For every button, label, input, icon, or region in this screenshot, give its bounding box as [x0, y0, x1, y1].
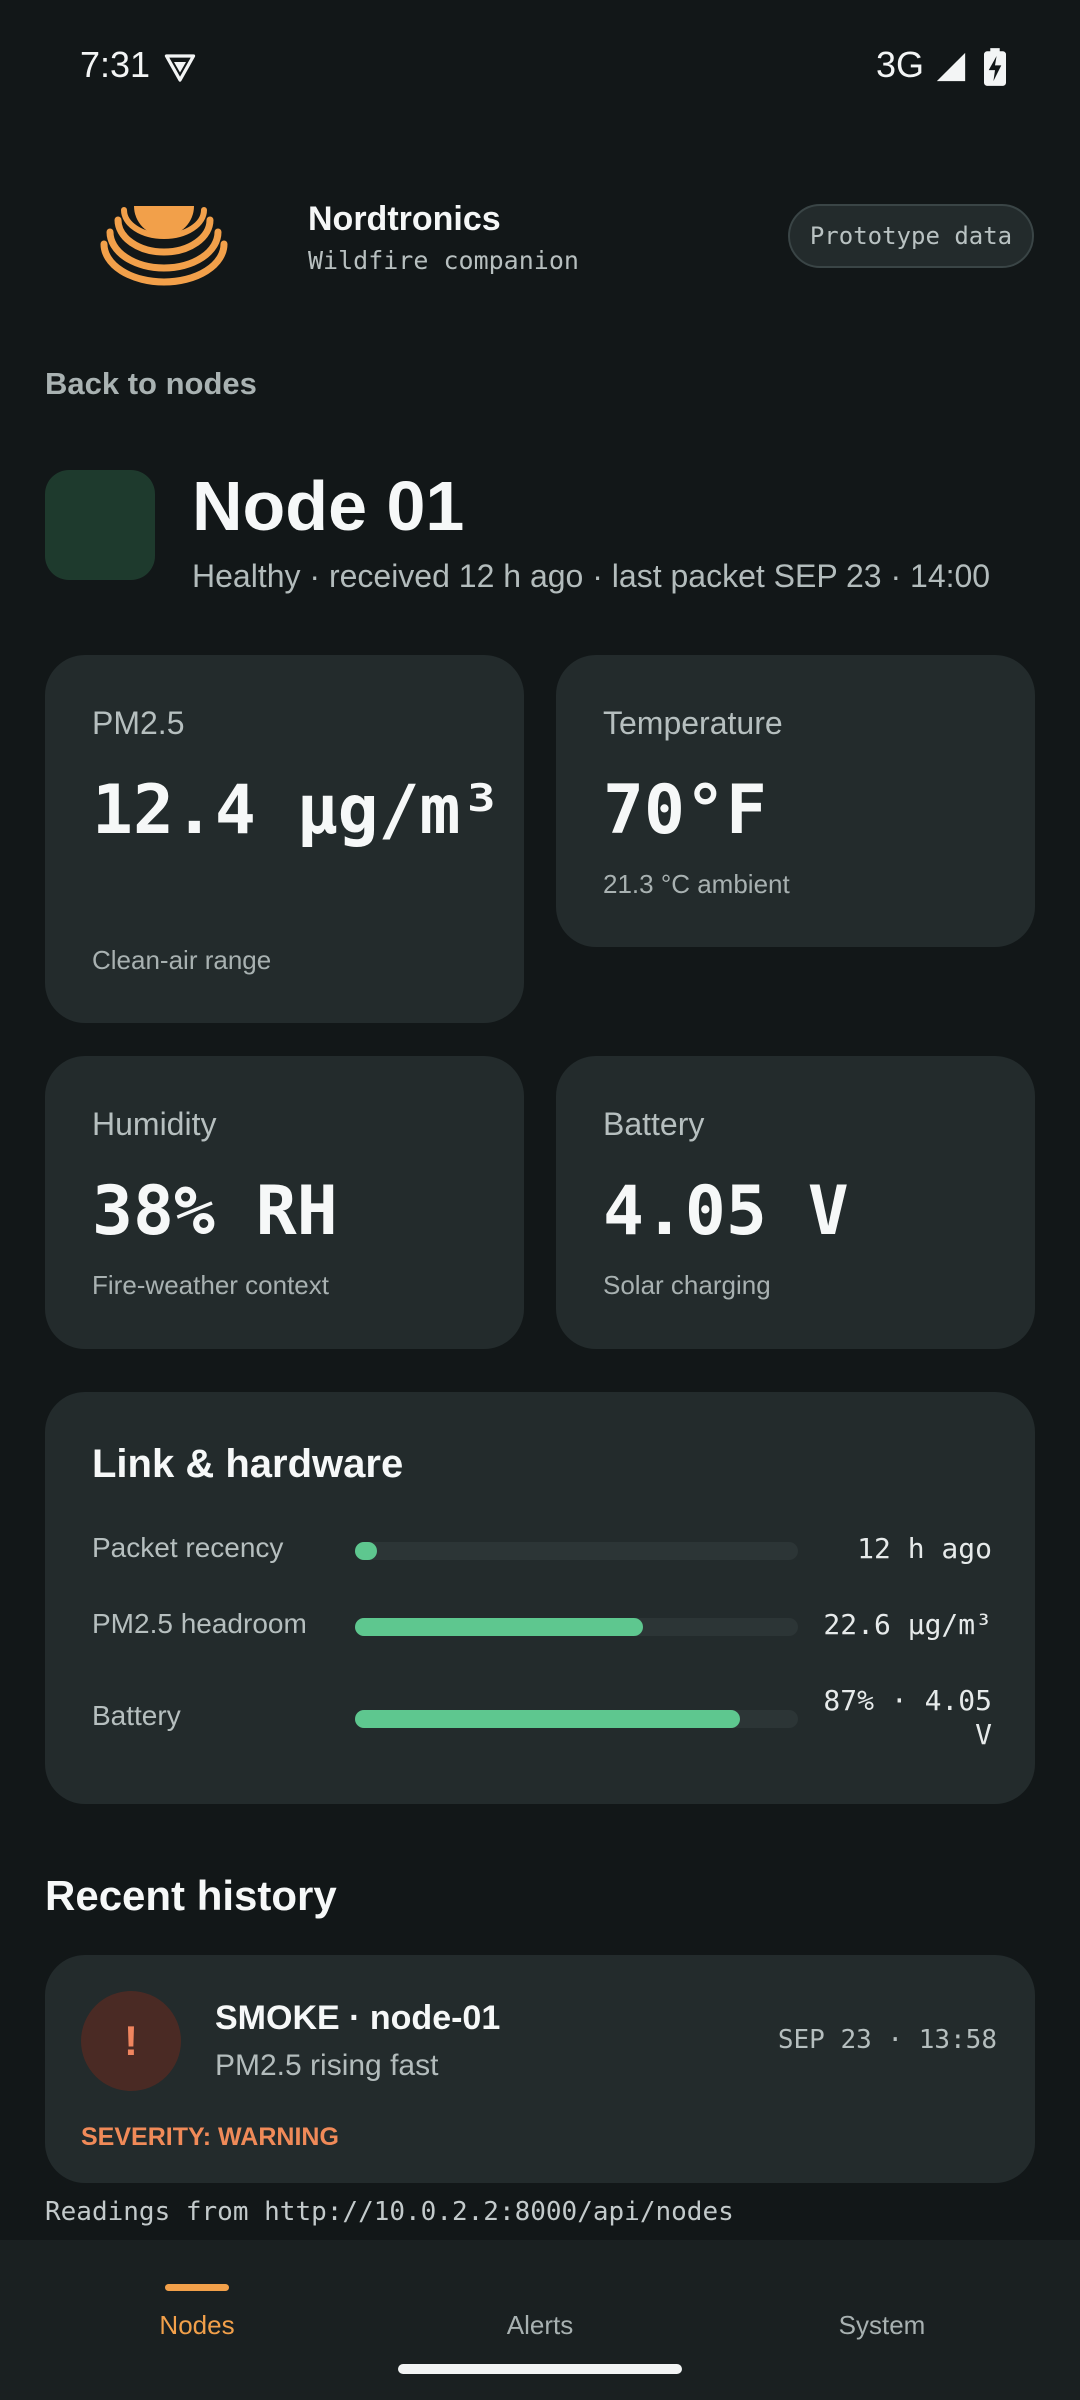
prototype-data-badge[interactable]: Prototype data [788, 204, 1034, 268]
back-to-nodes-link[interactable]: Back to nodes [45, 366, 257, 402]
battery-charging-icon [984, 48, 1006, 86]
metric-note: 21.3 °C ambient [603, 869, 790, 899]
alert-severity: SEVERITY: WARNING [81, 2123, 339, 2151]
app-header: Nordtronics Wildfire companion Prototype… [0, 180, 1080, 300]
nav-label: System [838, 2310, 926, 2340]
bar-value: 87% · 4.05 V [823, 1684, 992, 1751]
bar-label: Battery [92, 1700, 181, 1731]
brand-name: Nordtronics [308, 200, 501, 238]
humidity-card: Humidity 38% RH Fire-weather context [45, 1056, 524, 1349]
bar-track [355, 1618, 798, 1636]
nav-item-system[interactable]: System [762, 2260, 1002, 2340]
nav-item-nodes[interactable]: Nodes [77, 2260, 317, 2340]
node-title: Node 01 [192, 467, 465, 545]
bar-fill [355, 1710, 741, 1728]
nav-label: Alerts [506, 2310, 574, 2340]
pm25-headroom-row: PM2.5 headroom 22.6 µg/m³ [92, 1596, 992, 1656]
pm25-card: PM2.5 12.4 µg/m³ Clean-air range [45, 655, 524, 1023]
metric-note: Fire-weather context [92, 1270, 329, 1300]
history-item[interactable]: ! SMOKE · node-01 PM2.5 rising fast SEP … [45, 1955, 1035, 2183]
packet-recency-row: Packet recency 12 h ago [92, 1520, 992, 1580]
bar-fill [355, 1618, 643, 1636]
alert-time: SEP 23 · 13:58 [777, 2025, 997, 2055]
metric-value: 70°F [603, 771, 767, 850]
metric-label: Battery [603, 1106, 705, 1142]
metric-label: Temperature [603, 705, 783, 741]
bar-fill [355, 1542, 378, 1560]
vpn-shield-icon [164, 54, 196, 82]
bar-label: Packet recency [92, 1532, 284, 1563]
bar-label: PM2.5 headroom [92, 1608, 307, 1639]
link-hardware-card: Link & hardware Packet recency 12 h ago … [45, 1392, 1035, 1804]
battery-card: Battery 4.05 V Solar charging [556, 1056, 1035, 1349]
bar-track [355, 1710, 798, 1728]
node-subtitle: Healthy · received 12 h ago · last packe… [192, 558, 991, 594]
nav-active-indicator [165, 2284, 229, 2291]
battery-row: Battery 87% · 4.05 V [92, 1684, 992, 1751]
signal-waves-logo-icon [100, 206, 228, 286]
brand-subtitle: Wildfire companion [308, 246, 579, 275]
bottom-nav: Nodes Alerts System [0, 2240, 1080, 2400]
warning-icon: ! [81, 1991, 181, 2091]
nav-label: Nodes [159, 2310, 235, 2340]
bar-value: 12 h ago [857, 1532, 992, 1565]
metric-value: 38% RH [92, 1172, 338, 1251]
network-type: 3G [876, 44, 925, 85]
metric-label: PM2.5 [92, 705, 185, 741]
temperature-card: Temperature 70°F 21.3 °C ambient [556, 655, 1035, 947]
home-indicator[interactable] [398, 2364, 682, 2374]
alert-title: SMOKE · node-01 [215, 1999, 501, 2037]
metric-note: Solar charging [603, 1270, 771, 1300]
status-bar: 7:31 3G [0, 0, 1080, 136]
bar-track [355, 1542, 798, 1560]
alert-description: PM2.5 rising fast [215, 2049, 439, 2082]
nav-item-alerts[interactable]: Alerts [420, 2260, 660, 2340]
bar-value: 22.6 µg/m³ [823, 1608, 992, 1641]
metric-value: 12.4 µg/m³ [92, 771, 502, 850]
recent-history-title: Recent history [45, 1872, 337, 1919]
node-status-swatch [45, 470, 155, 580]
link-hardware-title: Link & hardware [92, 1442, 404, 1486]
cell-signal-icon [936, 52, 966, 82]
status-time: 7:31 [80, 44, 151, 85]
metric-label: Humidity [92, 1106, 217, 1142]
readings-source: Readings from http://10.0.2.2:8000/api/n… [45, 2197, 734, 2227]
metric-note: Clean-air range [92, 945, 272, 975]
metric-value: 4.05 V [603, 1172, 849, 1251]
